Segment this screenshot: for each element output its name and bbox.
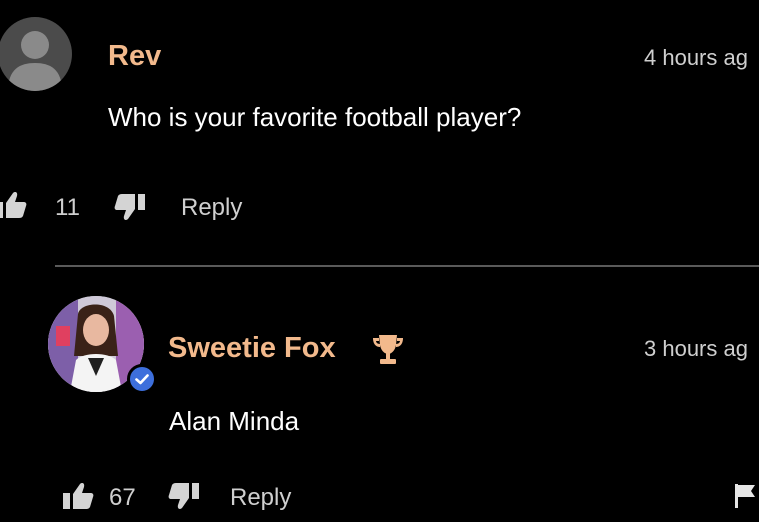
checkmark-icon: [135, 374, 149, 385]
dislike-button[interactable]: [113, 192, 147, 222]
comment-timestamp: 4 hours ag: [644, 45, 748, 70]
thumbs-down-icon: [114, 194, 145, 220]
trophy-icon: [371, 333, 405, 365]
reply-button[interactable]: Reply: [181, 194, 242, 222]
comment-text: Who is your favorite football player?: [108, 102, 522, 132]
like-count: 11: [55, 194, 80, 221]
reply-timestamp: 3 hours ag: [644, 336, 748, 361]
comment-username[interactable]: Rev: [108, 40, 161, 73]
thumbs-up-icon: [0, 192, 27, 218]
report-button[interactable]: [733, 482, 759, 510]
reply-text: Alan Minda: [169, 406, 300, 436]
thumbs-down-icon: [168, 483, 199, 509]
verified-badge: [127, 364, 157, 394]
avatar-default[interactable]: [0, 17, 72, 91]
thumbs-up-icon: [63, 483, 94, 509]
flag-icon: [735, 484, 755, 508]
reply-like-button[interactable]: [61, 481, 95, 511]
reply-like-count: 67: [109, 484, 136, 511]
reply-dislike-button[interactable]: [167, 481, 201, 511]
thread-divider: [55, 265, 759, 267]
like-button[interactable]: [0, 190, 28, 220]
reply-username[interactable]: Sweetie Fox: [168, 332, 336, 365]
user-silhouette-icon: [8, 31, 62, 91]
reply-reply-button[interactable]: Reply: [230, 484, 291, 512]
